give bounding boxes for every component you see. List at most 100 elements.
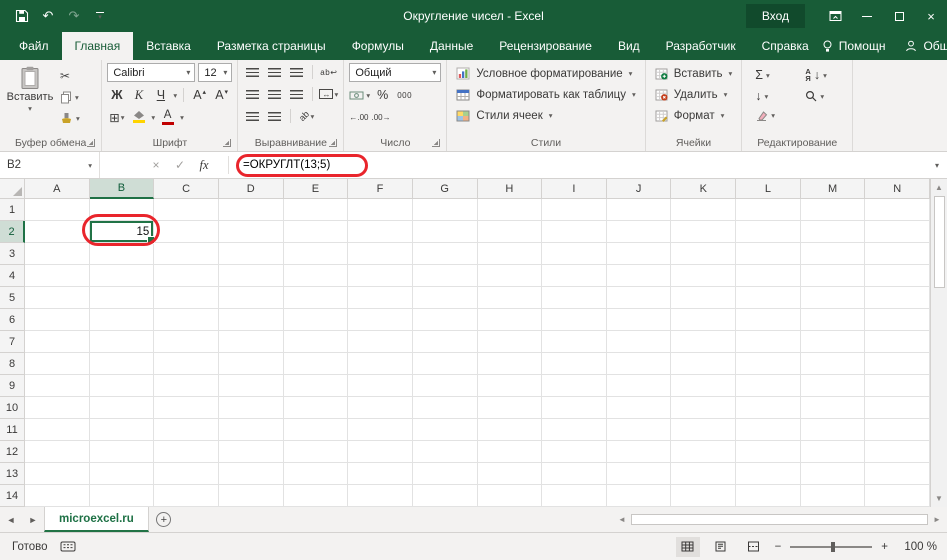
cell-D7[interactable] [218,331,284,353]
cell-N7[interactable] [865,331,930,353]
cell-L6[interactable] [736,309,801,331]
cell-H13[interactable] [477,463,543,485]
conditional-formatting-button[interactable]: Условное форматирование ▾ [452,63,639,84]
cell-E9[interactable] [283,375,349,397]
row-header-4[interactable]: 4 [0,265,25,287]
sort-filter-button[interactable]: А Я ↓ ▾ [805,68,839,83]
cell-E12[interactable] [283,441,349,463]
cell-I12[interactable] [542,441,607,463]
confirm-entry-button[interactable]: ✓ [168,158,192,172]
tab-файл[interactable]: Файл [6,32,62,60]
cell-K12[interactable] [671,441,737,463]
cell-C1[interactable] [154,199,219,221]
cell-C11[interactable] [154,419,219,441]
select-all-corner[interactable] [0,179,25,199]
cell-M2[interactable] [800,221,866,243]
cell-J11[interactable] [606,419,672,441]
page-break-preview-button[interactable] [742,537,766,557]
cell-I5[interactable] [542,287,607,309]
cell-M8[interactable] [800,353,866,375]
cell-N2[interactable] [865,221,930,243]
cell-E3[interactable] [283,243,349,265]
cell-I3[interactable] [542,243,607,265]
cell-H4[interactable] [477,265,543,287]
cell-F12[interactable] [348,441,413,463]
cell-F3[interactable] [348,243,413,265]
cell-M5[interactable] [800,287,866,309]
cell-A11[interactable] [25,419,90,441]
cell-C4[interactable] [154,265,219,287]
cell-C13[interactable] [154,463,219,485]
cell-N4[interactable] [865,265,930,287]
cell-G7[interactable] [412,331,478,353]
cell-N12[interactable] [865,441,930,463]
format-cells-button[interactable]: Формат ▾ [651,105,737,126]
cell-H10[interactable] [477,397,543,419]
cell-D6[interactable] [218,309,284,331]
sign-in-button[interactable]: Вход [745,4,805,28]
cell-J12[interactable] [606,441,672,463]
cell-J3[interactable] [606,243,672,265]
insert-function-button[interactable]: fx [192,158,216,173]
cell-M7[interactable] [800,331,866,353]
save-button[interactable] [10,4,34,28]
cancel-entry-button[interactable]: × [144,158,168,172]
cell-J14[interactable] [606,485,672,507]
orientation-button[interactable]: ab ▾ [297,107,316,125]
cell-G14[interactable] [412,485,478,507]
cell-K9[interactable] [671,375,737,397]
horizontal-scrollbar[interactable]: ◄ ► [612,507,947,532]
cell-K11[interactable] [671,419,737,441]
row-header-10[interactable]: 10 [0,397,25,419]
font-name-select[interactable]: Calibri ▾ [107,63,196,82]
format-painter-button[interactable]: ▾ [60,110,80,126]
cell-A9[interactable] [25,375,90,397]
zoom-slider[interactable] [790,541,873,552]
previous-sheet-button[interactable]: ◄ [0,507,22,532]
cell-K3[interactable] [671,243,737,265]
cell-I9[interactable] [542,375,607,397]
cell-H8[interactable] [477,353,543,375]
cell-F13[interactable] [348,463,413,485]
cell-H2[interactable] [477,221,543,243]
cell-F7[interactable] [348,331,413,353]
cell-A1[interactable] [25,199,90,221]
cell-D5[interactable] [218,287,284,309]
cell-N6[interactable] [865,309,930,331]
cell-L2[interactable] [736,221,801,243]
cell-I10[interactable] [542,397,607,419]
column-header-N[interactable]: N [865,179,930,199]
cell-H11[interactable] [477,419,543,441]
formula-input[interactable]: =ОКРУГЛТ(13;5) [229,152,927,178]
column-header-G[interactable]: G [412,179,478,199]
cell-N11[interactable] [865,419,930,441]
cell-B13[interactable] [89,463,155,485]
cell-I13[interactable] [542,463,607,485]
cell-M14[interactable] [800,485,866,507]
cell-J4[interactable] [606,265,672,287]
cell-F11[interactable] [348,419,413,441]
cell-B3[interactable] [89,243,155,265]
percent-style-button[interactable]: % [373,86,392,104]
cell-I11[interactable] [542,419,607,441]
cell-A4[interactable] [25,265,90,287]
next-sheet-button[interactable]: ► [22,507,44,532]
cell-C3[interactable] [154,243,219,265]
cell-I14[interactable] [542,485,607,507]
expand-formula-bar-button[interactable]: ▾ [927,152,947,178]
close-button[interactable]: × [915,0,947,32]
cell-E4[interactable] [283,265,349,287]
fill-color-button[interactable] [129,108,148,126]
cell-E11[interactable] [283,419,349,441]
cell-H3[interactable] [477,243,543,265]
cell-F8[interactable] [348,353,413,375]
cell-G13[interactable] [412,463,478,485]
accounting-format-button[interactable]: ▾ [349,86,370,104]
cell-N10[interactable] [865,397,930,419]
align-middle-button[interactable] [265,63,284,81]
new-sheet-button[interactable]: + [149,507,179,532]
cell-C8[interactable] [154,353,219,375]
cell-G4[interactable] [412,265,478,287]
cell-E13[interactable] [283,463,349,485]
column-header-E[interactable]: E [283,179,349,199]
